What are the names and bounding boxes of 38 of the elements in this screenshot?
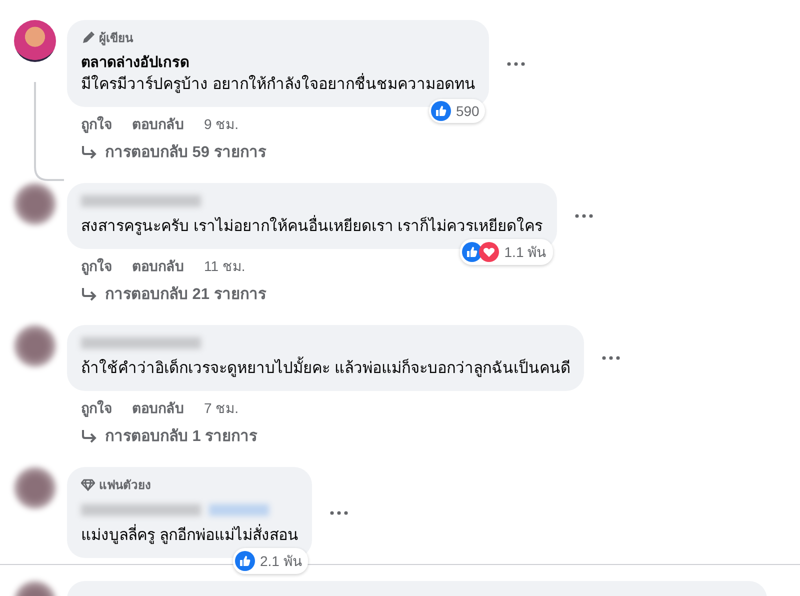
view-replies-link[interactable]: การตอบกลับ 59 รายการ [105, 143, 266, 163]
timestamp[interactable]: 9 ชม. [204, 115, 239, 133]
reaction-count[interactable]: 1.1 พัน [460, 239, 553, 265]
action-link[interactable]: ตอบกลับ [132, 257, 184, 275]
timestamp[interactable]: 11 ชม. [204, 257, 246, 275]
avatar[interactable] [14, 20, 56, 62]
reply-arrow-icon [81, 430, 97, 444]
comment-text: ถ้าใช้คำว่าอิเด็กเวรจะดูหยาบไปมั้ยคะ แล้วพ่อแม่ก็จะบอกว่าลูกฉันเป็นคนดี [81, 357, 570, 381]
blurred-avatar[interactable] [14, 467, 56, 509]
commenter-name[interactable]: ตลาดล่างอัปเกรด [81, 53, 476, 73]
thumbs-up-icon [234, 551, 255, 571]
reaction-count[interactable]: 2.1 พัน [232, 548, 308, 574]
action-link[interactable]: ถูกใจ [81, 115, 112, 133]
action-link[interactable]: ถูกใจ [81, 257, 112, 275]
diamond-icon [81, 478, 95, 490]
comment-text: สงสารครูนะครับ เราไม่อยากให้คนอื่นเหยียดเรา เราก็ไม่ควรเหยียดใคร [81, 215, 543, 239]
action-link[interactable]: ถูกใจ [81, 399, 112, 417]
view-replies-link[interactable]: การตอบกลับ 21 รายการ [105, 285, 266, 305]
comment-text: แม่งบูลลี่ครู ลูกอีกพ่อแม่ไม่สั่งสอน [81, 524, 298, 548]
timestamp[interactable]: 7 ชม. [204, 399, 239, 417]
thumbs-up-icon [462, 242, 482, 262]
more-options-icon[interactable] [507, 62, 526, 66]
more-options-icon[interactable] [602, 356, 620, 360]
comment-text: มีใครมีวาร์ปครูบ้าง อยากให้กำลังใจอยากชื่นชมความอดทน [81, 73, 476, 97]
blurred-avatar[interactable] [14, 325, 56, 367]
action-link[interactable]: ตอบกลับ [132, 399, 184, 417]
more-options-icon[interactable] [574, 214, 593, 218]
blurred-avatar[interactable] [14, 183, 56, 225]
view-replies-link[interactable]: การตอบกลับ 1 รายการ [105, 427, 258, 447]
badge-label: ผู้เขียน [99, 30, 133, 47]
action-link[interactable]: ตอบกลับ [132, 115, 184, 133]
more-options-icon[interactable] [330, 510, 348, 514]
reaction-count[interactable]: 590 [428, 99, 486, 123]
badge-label: แฟนตัวยง [99, 477, 151, 494]
pen-icon [81, 30, 95, 44]
reply-arrow-icon [81, 146, 97, 160]
reply-arrow-icon [81, 288, 97, 302]
thumbs-up-icon [430, 101, 451, 121]
